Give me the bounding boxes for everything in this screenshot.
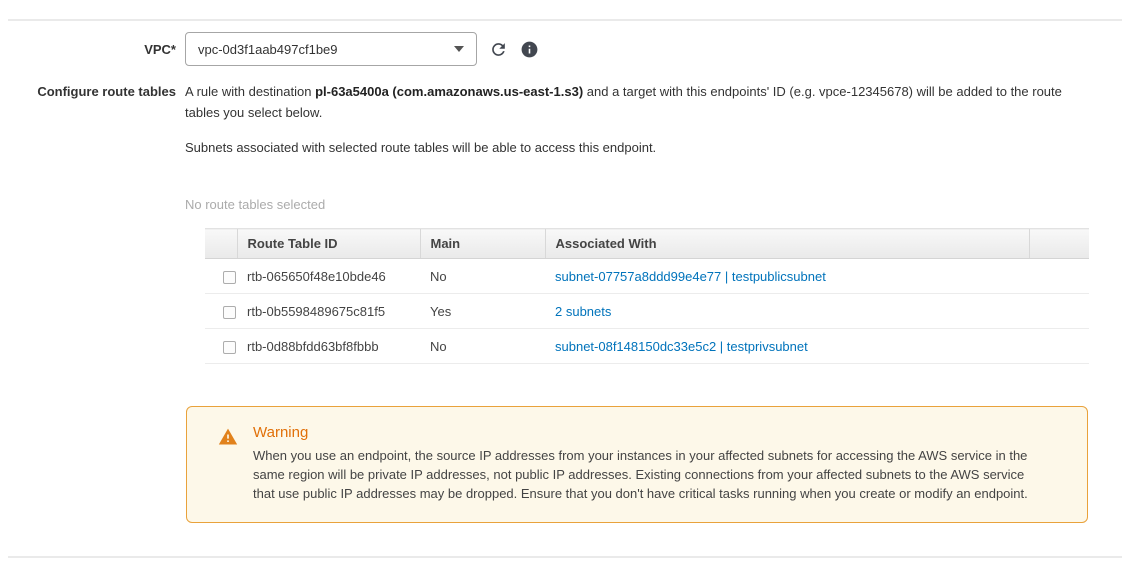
warning-content: Warning When you use an endpoint, the so… (253, 424, 1032, 503)
bottom-divider (8, 556, 1122, 558)
associated-with-cell: 2 subnets (545, 294, 1029, 329)
vpc-field: vpc-0d3f1aab497cf1be9 (185, 32, 539, 66)
main-cell: No (420, 329, 545, 364)
warning-title: Warning (253, 424, 1032, 441)
checkbox-cell (205, 259, 237, 294)
row-checkbox[interactable] (223, 306, 236, 319)
chevron-down-icon (454, 46, 464, 52)
row-checkbox[interactable] (223, 271, 236, 284)
extra-cell (1029, 329, 1089, 364)
header-extra-column (1029, 229, 1089, 259)
warning-icon (218, 424, 238, 503)
table-row: rtb-0b5598489675c81f5 Yes 2 subnets (205, 294, 1089, 329)
top-divider (8, 19, 1122, 21)
route-tables-content: A rule with destination pl-63a5400a (com… (185, 81, 1095, 523)
table-row: rtb-065650f48e10bde46 No subnet-07757a8d… (205, 259, 1089, 294)
selection-status: No route tables selected (185, 197, 1095, 212)
refresh-icon[interactable] (488, 39, 508, 59)
warning-alert: Warning When you use an endpoint, the so… (186, 406, 1088, 523)
route-table-id-cell: rtb-0d88bfdd63bf8fbbb (237, 329, 420, 364)
checkbox-cell (205, 329, 237, 364)
vpc-select[interactable]: vpc-0d3f1aab497cf1be9 (185, 32, 477, 66)
checkbox-cell (205, 294, 237, 329)
vpc-form-row: VPC* vpc-0d3f1aab497cf1be9 (0, 32, 1130, 66)
route-tables-table: Route Table ID Main Associated With rtb-… (205, 228, 1089, 364)
route-tables-section: Configure route tables A rule with desti… (0, 81, 1130, 523)
description-prefix: A rule with destination (185, 84, 315, 99)
info-icon[interactable] (519, 39, 539, 59)
subnet-access-note: Subnets associated with selected route t… (185, 137, 1095, 158)
associated-with-cell: subnet-08f148150dc33e5c2 | testprivsubne… (545, 329, 1029, 364)
route-table-id-cell: rtb-0b5598489675c81f5 (237, 294, 420, 329)
vpc-label: VPC* (0, 32, 185, 66)
extra-cell (1029, 259, 1089, 294)
header-associated-with: Associated With (545, 229, 1029, 259)
description-prefix-list-id: pl-63a5400a (com.amazonaws.us-east-1.s3) (315, 84, 583, 99)
header-checkbox-column (205, 229, 237, 259)
table-header-row: Route Table ID Main Associated With (205, 229, 1089, 259)
route-table-id-cell: rtb-065650f48e10bde46 (237, 259, 420, 294)
extra-cell (1029, 294, 1089, 329)
vpc-select-value: vpc-0d3f1aab497cf1be9 (198, 42, 338, 57)
header-route-table-id: Route Table ID (237, 229, 420, 259)
header-main: Main (420, 229, 545, 259)
table-row: rtb-0d88bfdd63bf8fbbb No subnet-08f14815… (205, 329, 1089, 364)
associated-with-cell: subnet-07757a8ddd99e4e77 | testpublicsub… (545, 259, 1029, 294)
row-checkbox[interactable] (223, 341, 236, 354)
vpc-endpoint-config-page: VPC* vpc-0d3f1aab497cf1be9 Configure rou… (0, 0, 1130, 574)
subnet-link[interactable]: subnet-07757a8ddd99e4e77 | testpublicsub… (555, 269, 826, 284)
warning-body: When you use an endpoint, the source IP … (253, 446, 1032, 503)
subnet-link[interactable]: 2 subnets (555, 304, 611, 319)
route-tables-description: A rule with destination pl-63a5400a (com… (185, 81, 1095, 123)
subnet-link[interactable]: subnet-08f148150dc33e5c2 | testprivsubne… (555, 339, 808, 354)
main-cell: No (420, 259, 545, 294)
main-cell: Yes (420, 294, 545, 329)
route-tables-section-label: Configure route tables (0, 81, 185, 523)
